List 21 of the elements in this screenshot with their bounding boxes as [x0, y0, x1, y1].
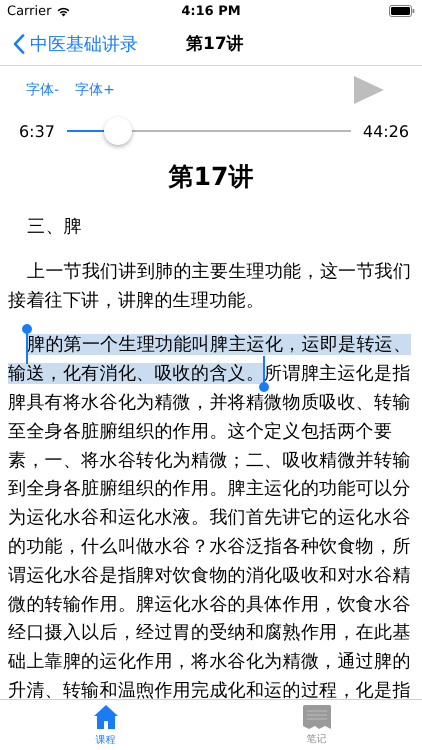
tab-item[interactable]: 课程 — [0, 700, 211, 750]
tab-item[interactable]: 笔记 — [211, 700, 422, 750]
section-heading: 三、脾 — [26, 215, 83, 239]
clock-time: 4:16 PM — [181, 4, 241, 18]
font-size-button[interactable]: 字体+ — [75, 81, 115, 99]
lecture-title: 第17讲 — [168, 161, 254, 193]
slider-thumb[interactable] — [104, 117, 132, 145]
play-icon[interactable] — [354, 76, 384, 104]
elapsed-time: 6:37 — [19, 122, 55, 140]
back-chevron-icon — [13, 34, 25, 54]
back-button[interactable]: 中医基础讲录 — [0, 32, 138, 56]
wifi-icon — [56, 6, 72, 16]
paragraph: 脾的第一个生理功能叫脾主运化，运即是转运、输送，化有消化、吸收的含义。所谓脾主运化是指脾具有将水谷化为精微，并将精微物质吸收、转输至全身各脏腑组织的作用。这个定义包括两个要素，一、将水谷转化为精微；二、吸收精微并转输到全身各脏腑组织的作用。脾主运化的功能可以分为运化水谷和运化水液。我们首先讲它的运化水谷的功能，什么叫做水谷？水谷泛指各种饮食物，所谓运化水谷是指脾对饮食物的消化吸收和对水谷精微的转输作用。脾运化水谷的具体作用，饮食水谷经口摄入以后，经过胃的受纳和腐熟作用，在此基础上靠脾的运化作用，将水谷化为精微，通过脾的升清、转输和温煦作用完成化和运的过程，化是指 — [8, 331, 414, 699]
duration-time: 44:26 — [362, 122, 409, 140]
notebook-icon — [302, 704, 330, 728]
carrier-label: Carrier — [7, 4, 52, 18]
nav-title: 第17讲 — [186, 33, 244, 55]
home-icon — [92, 704, 118, 730]
paragraph: 上一节我们讲到肺的主要生理功能，这一节我们接着往下讲，讲脾的生理功能。 — [8, 260, 412, 313]
font-size-button[interactable]: 字体- — [26, 81, 60, 99]
battery-icon — [389, 5, 415, 17]
